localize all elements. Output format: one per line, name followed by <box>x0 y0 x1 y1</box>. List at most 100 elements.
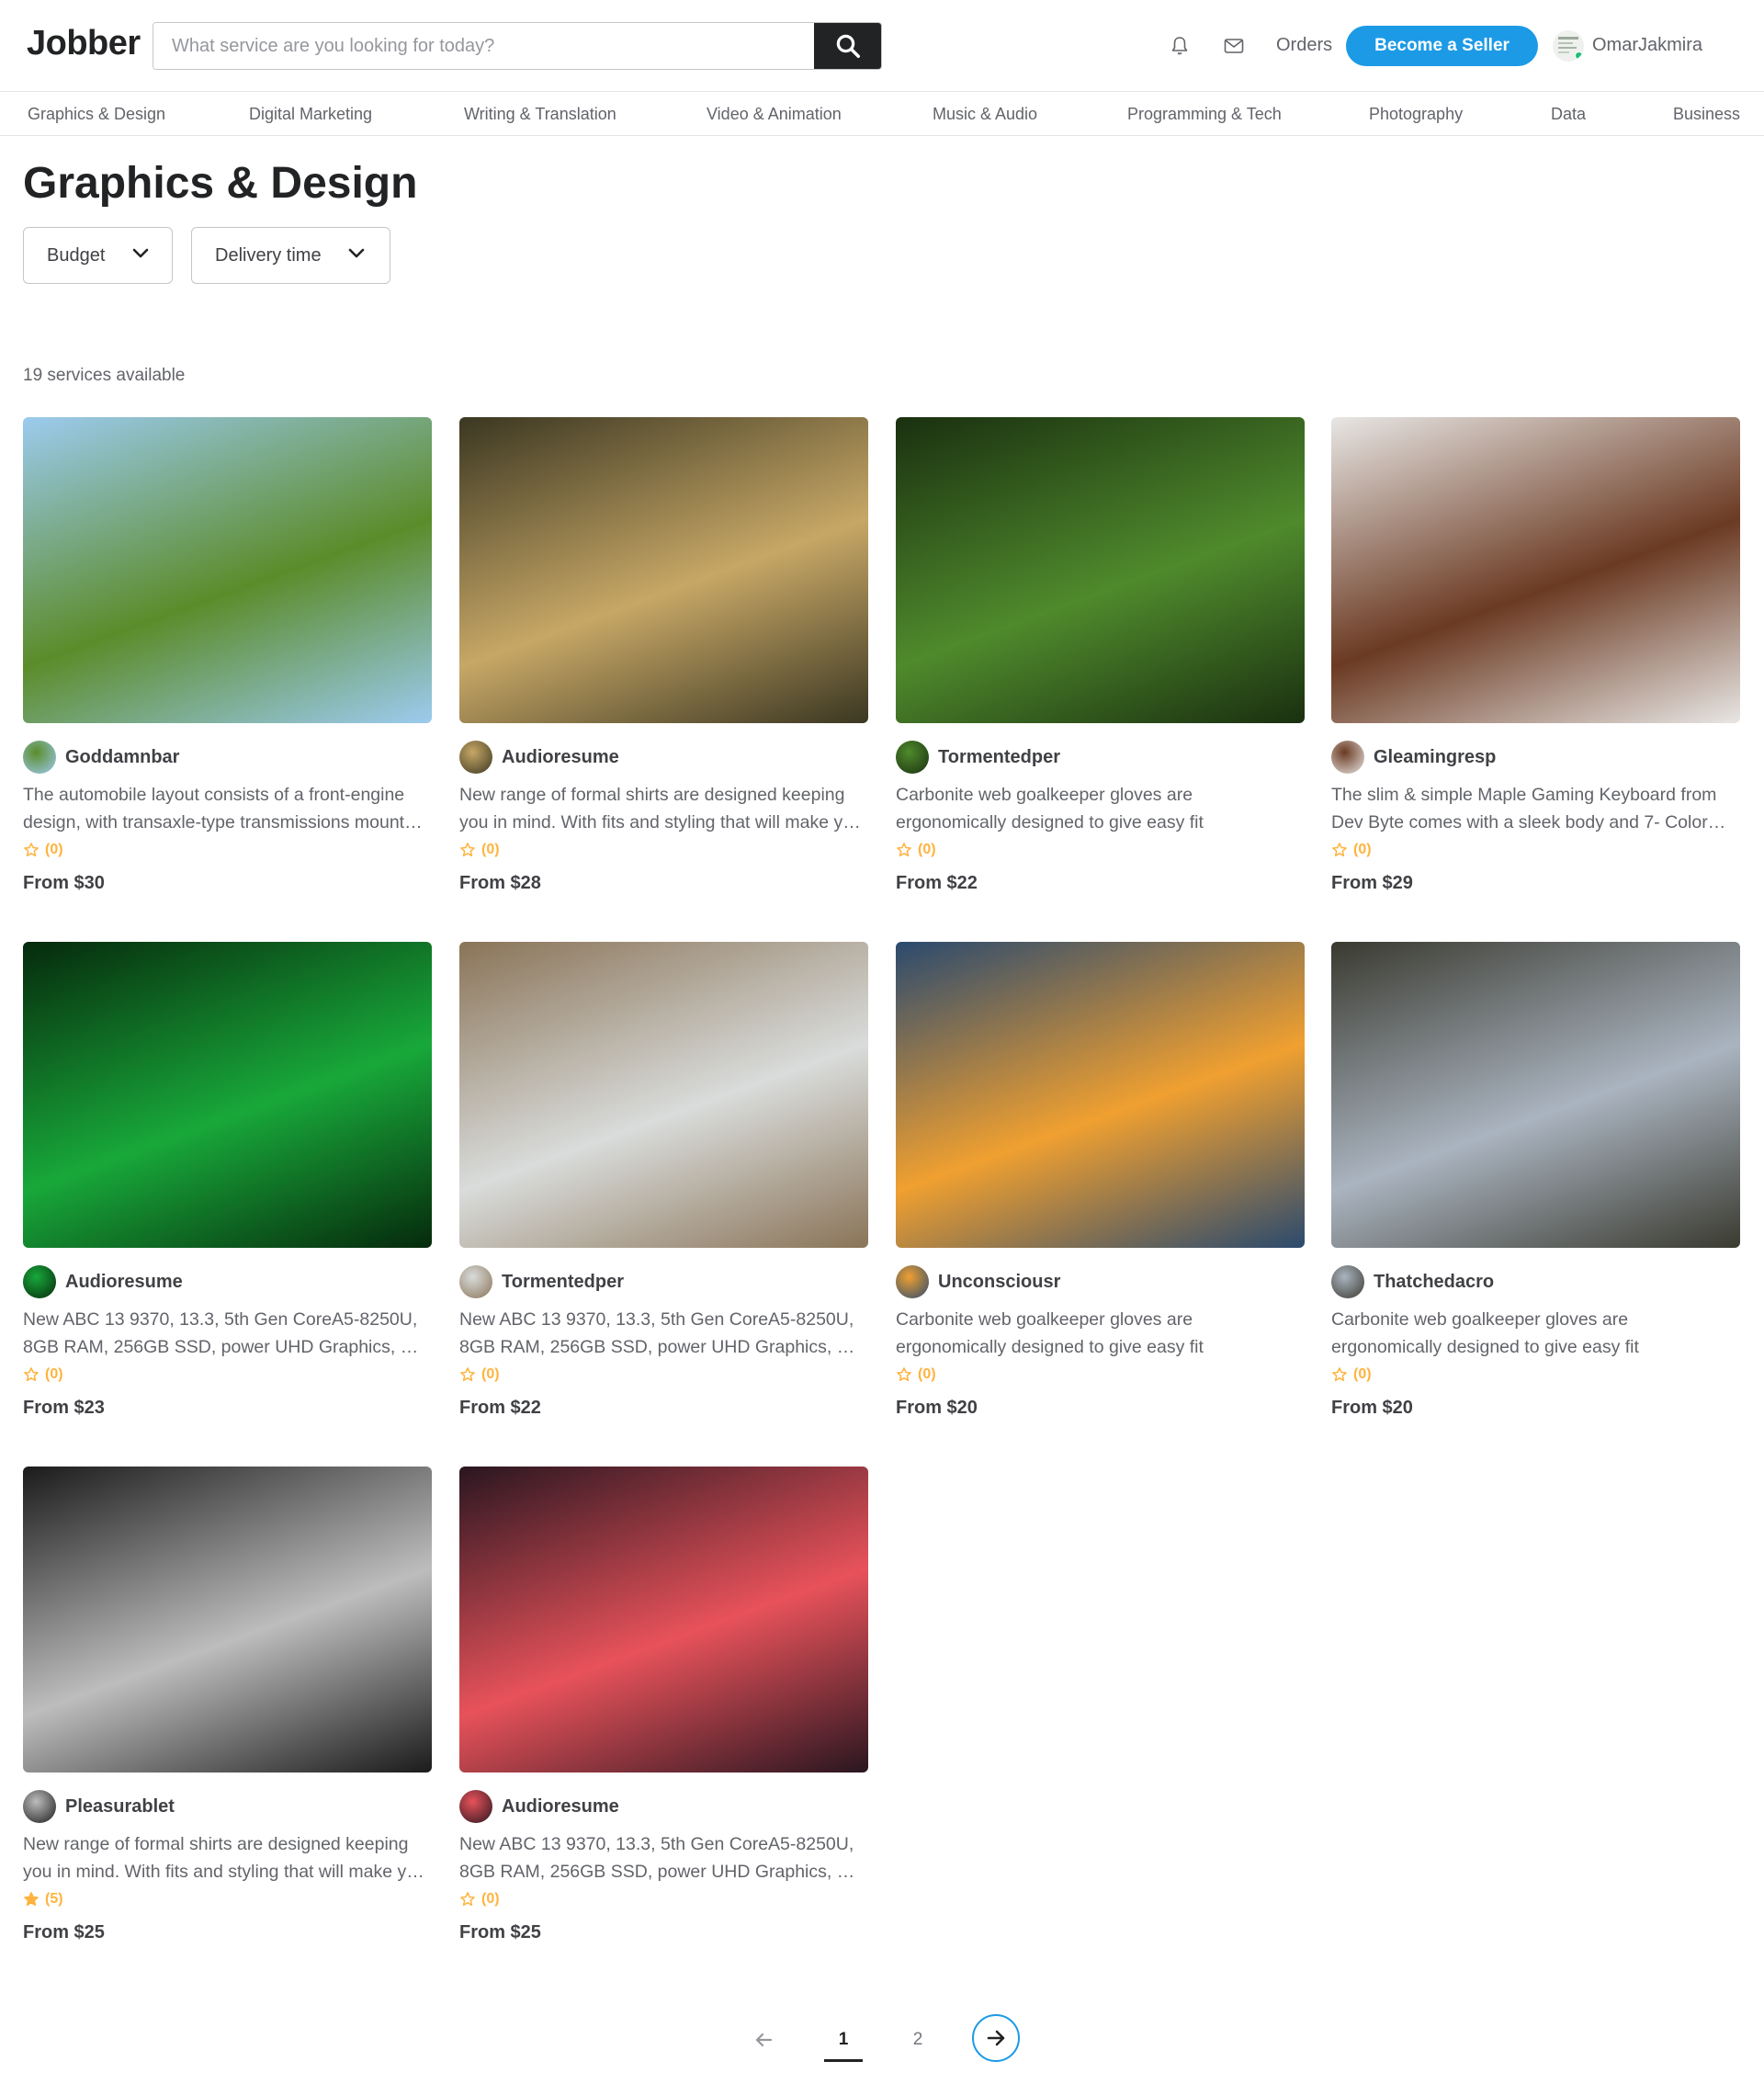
seller-avatar[interactable] <box>459 741 492 774</box>
seller-avatar[interactable] <box>23 1790 56 1823</box>
star-icon <box>460 843 475 857</box>
seller-avatar[interactable] <box>23 741 56 774</box>
service-card[interactable]: Gleamingresp The slim & simple Maple Gami… <box>1331 417 1740 913</box>
service-description[interactable]: Carbonite web goalkeeper gloves are ergo… <box>896 781 1305 836</box>
service-description[interactable]: Carbonite web goalkeeper gloves are ergo… <box>896 1306 1305 1361</box>
seller-name[interactable]: Tormentedper <box>938 747 1060 768</box>
seller-name[interactable]: Thatchedacro <box>1374 1272 1494 1293</box>
seller-name[interactable]: Audioresume <box>502 1796 619 1818</box>
previous-page-button[interactable] <box>745 2022 782 2058</box>
mail-icon[interactable] <box>1223 35 1245 57</box>
misty-hills-photo[interactable] <box>459 417 868 723</box>
seller-name[interactable]: Audioresume <box>502 747 619 768</box>
service-description[interactable]: The slim & simple Maple Gaming Keyboard … <box>1331 781 1740 836</box>
seller-name[interactable]: Unconsciousr <box>938 1272 1060 1293</box>
piano-hands-photo[interactable] <box>23 1467 432 1773</box>
seller-name[interactable]: Audioresume <box>65 1272 183 1293</box>
seller-name[interactable]: Tormentedper <box>502 1272 624 1293</box>
next-page-button[interactable] <box>972 2014 1020 2062</box>
seller-info[interactable]: Goddamnbar <box>23 741 179 774</box>
service-price: From $30 <box>23 873 105 893</box>
seller-info[interactable]: Audioresume <box>459 1790 619 1823</box>
seller-info[interactable]: Audioresume <box>23 1265 183 1298</box>
budget-filter[interactable]: Budget <box>23 227 173 284</box>
coastline-photo[interactable] <box>459 942 868 1248</box>
seller-info[interactable]: Gleamingresp <box>1331 741 1496 774</box>
services-count: 19 services available <box>23 366 186 385</box>
budget-filter-label: Budget <box>47 244 106 266</box>
seller-name[interactable]: Goddamnbar <box>65 747 179 768</box>
service-description[interactable]: New ABC 13 9370, 13.3, 5th Gen CoreA5-82… <box>23 1306 432 1361</box>
service-card[interactable]: Audioresume New ABC 13 9370, 13.3, 5th Ge… <box>459 1467 868 1963</box>
service-description[interactable]: Carbonite web goalkeeper gloves are ergo… <box>1331 1306 1740 1361</box>
rating-count: (5) <box>45 1891 63 1907</box>
current-page-indicator <box>824 2059 863 2062</box>
seller-name[interactable]: Pleasurablet <box>65 1796 175 1818</box>
category-writing-translation[interactable]: Writing & Translation <box>464 105 616 124</box>
page-1-button[interactable]: 1 <box>824 2030 863 2050</box>
service-card[interactable]: Pleasurablet New range of formal shirts a… <box>23 1467 432 1963</box>
bell-icon[interactable] <box>1169 35 1191 57</box>
category-photography[interactable]: Photography <box>1369 105 1463 124</box>
delivery-time-filter[interactable]: Delivery time <box>191 227 390 284</box>
service-card[interactable]: Thatchedacro Carbonite web goalkeeper glo… <box>1331 942 1740 1438</box>
service-card[interactable]: Unconsciousr Carbonite web goalkeeper glo… <box>896 942 1305 1438</box>
service-price: From $29 <box>1331 873 1413 893</box>
child-reading-bible-photo[interactable] <box>1331 417 1740 723</box>
seller-avatar[interactable] <box>896 741 929 774</box>
star-icon <box>897 1367 911 1382</box>
seller-avatar[interactable] <box>1331 741 1364 774</box>
service-card[interactable]: Tormentedper Carbonite web goalkeeper glo… <box>896 417 1305 913</box>
user-avatar[interactable] <box>1553 30 1584 62</box>
service-rating: (0) <box>1331 842 1372 858</box>
seller-name[interactable]: Gleamingresp <box>1374 747 1496 768</box>
seller-info[interactable]: Unconsciousr <box>896 1265 1060 1298</box>
tree-tunnel-photo[interactable] <box>896 942 1305 1248</box>
category-graphics-design[interactable]: Graphics & Design <box>28 105 165 124</box>
online-status-dot <box>1575 51 1583 60</box>
service-card[interactable]: Audioresume New range of formal shirts ar… <box>459 417 868 913</box>
service-description[interactable]: New range of formal shirts are designed … <box>23 1830 432 1886</box>
seller-avatar[interactable] <box>459 1790 492 1823</box>
seller-avatar[interactable] <box>23 1265 56 1298</box>
orders-link[interactable]: Orders <box>1276 35 1332 56</box>
become-seller-button[interactable]: Become a Seller <box>1346 26 1538 66</box>
rating-count: (0) <box>45 842 63 857</box>
search-input[interactable] <box>153 23 815 69</box>
seller-info[interactable]: Audioresume <box>459 741 619 774</box>
username[interactable]: OmarJakmira <box>1592 35 1702 56</box>
service-card[interactable]: Audioresume New ABC 13 9370, 13.3, 5th Ge… <box>23 942 432 1438</box>
service-description[interactable]: New range of formal shirts are designed … <box>459 781 868 836</box>
logo[interactable]: Jobber <box>27 24 141 63</box>
seller-info[interactable]: Tormentedper <box>896 741 1060 774</box>
category-video-animation[interactable]: Video & Animation <box>707 105 842 124</box>
service-description[interactable]: The automobile layout consists of a fron… <box>23 781 432 836</box>
service-description[interactable]: New ABC 13 9370, 13.3, 5th Gen CoreA5-82… <box>459 1306 868 1361</box>
green-beans-photo[interactable] <box>896 417 1305 723</box>
leaf-waterdrop-photo[interactable] <box>23 942 432 1248</box>
rating-count: (0) <box>481 1891 500 1907</box>
service-rating: (0) <box>23 842 63 858</box>
arrow-left-icon <box>755 2033 773 2047</box>
search-button[interactable] <box>814 23 881 69</box>
category-music-audio[interactable]: Music & Audio <box>933 105 1037 124</box>
category-digital-marketing[interactable]: Digital Marketing <box>249 105 372 124</box>
seller-info[interactable]: Tormentedper <box>459 1265 624 1298</box>
seller-avatar[interactable] <box>459 1265 492 1298</box>
seller-avatar[interactable] <box>896 1265 929 1298</box>
category-business[interactable]: Business <box>1673 105 1740 124</box>
seller-avatar[interactable] <box>1331 1265 1364 1298</box>
mountain-peak-photo[interactable] <box>1331 942 1740 1248</box>
page-2-button[interactable]: 2 <box>899 2030 937 2050</box>
chevron-down-icon <box>348 248 365 258</box>
category-programming-tech[interactable]: Programming & Tech <box>1127 105 1282 124</box>
category-data[interactable]: Data <box>1551 105 1586 124</box>
orange-tree-photo[interactable] <box>23 417 432 723</box>
sunset-beach-photo[interactable] <box>459 1467 868 1773</box>
service-description[interactable]: New ABC 13 9370, 13.3, 5th Gen CoreA5-82… <box>459 1830 868 1886</box>
service-card[interactable]: Tormentedper New ABC 13 9370, 13.3, 5th G… <box>459 942 868 1438</box>
service-rating: (0) <box>1331 1366 1372 1383</box>
seller-info[interactable]: Thatchedacro <box>1331 1265 1494 1298</box>
seller-info[interactable]: Pleasurablet <box>23 1790 175 1823</box>
service-card[interactable]: Goddamnbar The automobile layout consists… <box>23 417 432 913</box>
